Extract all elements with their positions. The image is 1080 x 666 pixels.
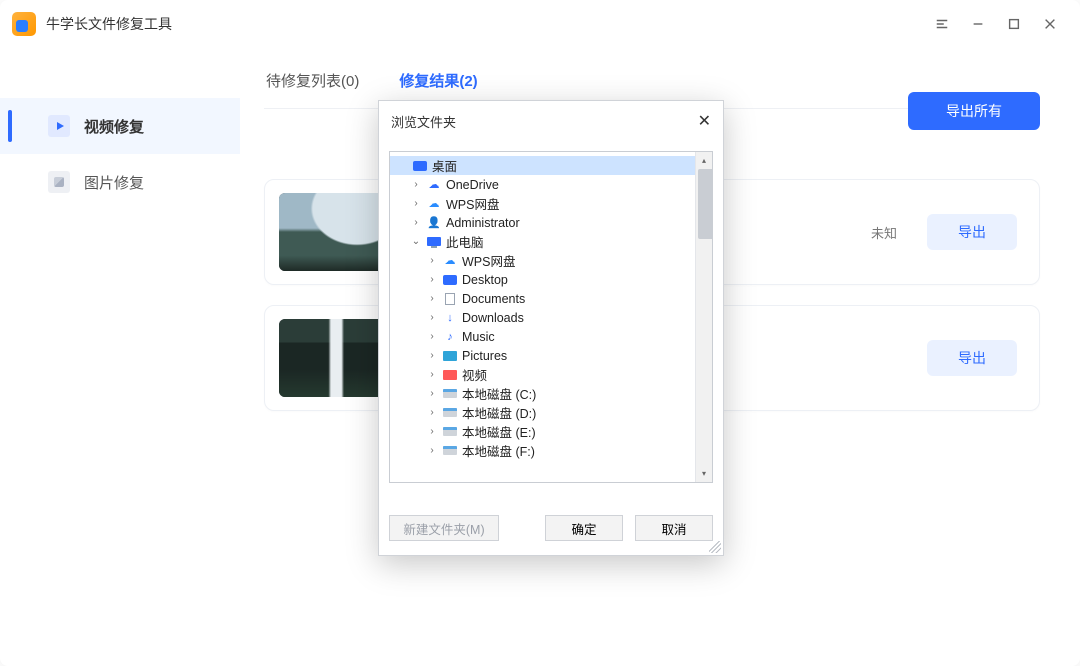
tree-node-wps2[interactable]: ›☁WPS网盘 — [390, 251, 712, 270]
dialog-titlebar: 浏览文件夹 ✕ — [379, 101, 723, 141]
maximize-button[interactable] — [996, 6, 1032, 42]
disk-icon — [442, 425, 458, 439]
downloads-icon: ↓ — [442, 311, 458, 325]
cloud-icon: ☁ — [442, 254, 458, 268]
disk-icon — [442, 444, 458, 458]
tree-node-disk-f[interactable]: ›本地磁盘 (F:) — [390, 441, 712, 460]
browse-folder-dialog: 浏览文件夹 ✕ 桌面 ›☁OneDrive ›☁WPS网盘 ›👤Administ… — [378, 100, 724, 556]
sidebar-item-label: 视频修复 — [84, 116, 144, 137]
video-icon — [48, 115, 70, 137]
sidebar-item-image-repair[interactable]: 图片修复 — [0, 154, 240, 210]
minimize-button[interactable] — [960, 6, 996, 42]
export-button[interactable]: 导出 — [927, 340, 1017, 376]
pc-icon — [426, 235, 442, 249]
dialog-buttons: 新建文件夹(M) 确定 取消 — [389, 515, 713, 541]
documents-icon — [442, 292, 458, 306]
folder-tree: 桌面 ›☁OneDrive ›☁WPS网盘 ›👤Administrator ⌄此… — [389, 151, 713, 483]
desktop-icon — [442, 273, 458, 287]
dialog-close-button[interactable]: ✕ — [698, 111, 711, 131]
tree-node-administrator[interactable]: ›👤Administrator — [390, 213, 712, 232]
close-button[interactable] — [1032, 6, 1068, 42]
disk-icon — [442, 406, 458, 420]
cancel-button[interactable]: 取消 — [635, 515, 713, 541]
pictures-icon — [442, 349, 458, 363]
dialog-title: 浏览文件夹 — [391, 112, 456, 131]
tree-node-wps[interactable]: ›☁WPS网盘 — [390, 194, 712, 213]
tree-node-videos[interactable]: ›视频 — [390, 365, 712, 384]
tree-node-desktop[interactable]: 桌面 — [390, 156, 712, 175]
export-all-button[interactable]: 导出所有 — [908, 92, 1040, 130]
ok-button[interactable]: 确定 — [545, 515, 623, 541]
user-icon: 👤 — [426, 216, 442, 230]
tree-node-music[interactable]: ›♪Music — [390, 327, 712, 346]
app-title: 牛学长文件修复工具 — [46, 14, 172, 34]
menu-button[interactable] — [924, 6, 960, 42]
tab-pending[interactable]: 待修复列表(0) — [264, 60, 361, 108]
new-folder-button[interactable]: 新建文件夹(M) — [389, 515, 499, 541]
tree-node-documents[interactable]: ›Documents — [390, 289, 712, 308]
tree-scrollbar[interactable]: ▴ ▾ — [695, 152, 712, 482]
disk-icon — [442, 387, 458, 401]
music-icon: ♪ — [442, 330, 458, 344]
scroll-thumb[interactable] — [698, 169, 713, 239]
cloud-icon: ☁ — [426, 197, 442, 211]
tree-node-onedrive[interactable]: ›☁OneDrive — [390, 175, 712, 194]
tree-node-disk-c[interactable]: ›本地磁盘 (C:) — [390, 384, 712, 403]
resize-grip[interactable] — [709, 541, 721, 553]
app-icon — [12, 12, 36, 36]
tree-node-downloads[interactable]: ›↓Downloads — [390, 308, 712, 327]
cloud-icon: ☁ — [426, 178, 442, 192]
sidebar-item-label: 图片修复 — [84, 172, 144, 193]
export-button[interactable]: 导出 — [927, 214, 1017, 250]
scroll-down-icon[interactable]: ▾ — [696, 465, 712, 482]
tree-node-pictures[interactable]: ›Pictures — [390, 346, 712, 365]
tree-node-disk-e[interactable]: ›本地磁盘 (E:) — [390, 422, 712, 441]
titlebar: 牛学长文件修复工具 — [0, 0, 1080, 48]
image-icon — [48, 171, 70, 193]
sidebar-item-video-repair[interactable]: 视频修复 — [0, 98, 240, 154]
videos-icon — [442, 368, 458, 382]
scroll-up-icon[interactable]: ▴ — [696, 152, 712, 169]
tree-node-desktop2[interactable]: ›Desktop — [390, 270, 712, 289]
sidebar: 视频修复 图片修复 — [0, 48, 240, 666]
tree-node-disk-d[interactable]: ›本地磁盘 (D:) — [390, 403, 712, 422]
tree-node-thispc[interactable]: ⌄此电脑 — [390, 232, 712, 251]
meta-unknown: 未知 — [871, 223, 897, 242]
